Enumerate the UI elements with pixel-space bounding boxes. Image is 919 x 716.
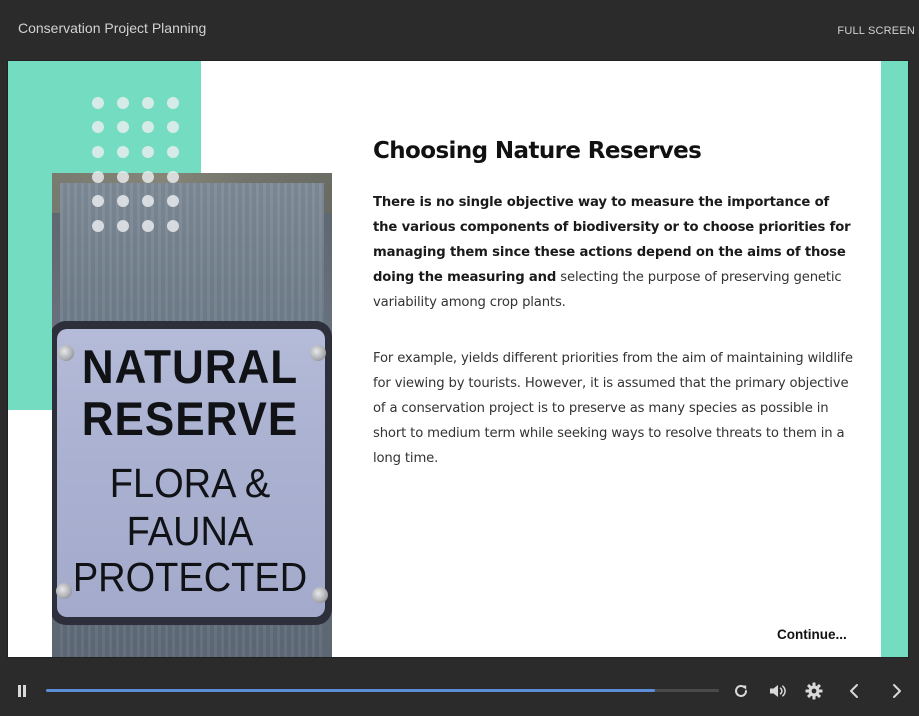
settings-button[interactable] [804, 681, 824, 701]
sign-plate: NATURAL RESERVE FLORA & FAUNA PROTECTED [52, 321, 332, 625]
pause-icon [18, 685, 26, 697]
dot [167, 171, 179, 183]
continue-button[interactable]: Continue... [777, 627, 847, 642]
dot [142, 220, 154, 232]
progress-bar[interactable] [46, 689, 719, 692]
dot [92, 146, 104, 158]
example-paragraph: For example, yields different priorities… [373, 351, 853, 466]
previous-slide-button[interactable] [844, 681, 864, 701]
dot [142, 121, 154, 133]
progress-bar-fill [46, 689, 656, 692]
next-slide-button[interactable] [887, 681, 907, 701]
dot [167, 121, 179, 133]
dot [167, 97, 179, 109]
dot [117, 146, 129, 158]
previous-chevron-icon [850, 684, 858, 698]
sign-text-line: NATURAL [81, 341, 299, 394]
dot [92, 121, 104, 133]
course-title: Conservation Project Planning [18, 20, 207, 36]
sign-text-line: FAUNA [126, 509, 254, 555]
dot [92, 220, 104, 232]
settings-gear-icon [805, 682, 823, 700]
slide-title: Choosing Nature Reserves [373, 138, 702, 164]
volume-icon [770, 685, 786, 697]
sign-text-line: RESERVE [81, 393, 299, 446]
replay-button[interactable] [731, 681, 751, 701]
replay-icon [735, 684, 747, 697]
sign-text-line: PROTECTED [72, 555, 308, 601]
dot [142, 171, 154, 183]
dot [117, 97, 129, 109]
dot [117, 220, 129, 232]
pause-button[interactable] [12, 681, 32, 701]
player-control-bar [0, 659, 919, 716]
nature-reserve-sign-photo: NATURAL RESERVE FLORA & FAUNA PROTECTED [52, 173, 332, 658]
top-bar: Conservation Project Planning FULL SCREE… [0, 0, 919, 60]
dot [92, 171, 104, 183]
dot [167, 146, 179, 158]
dot [142, 146, 154, 158]
dot [142, 97, 154, 109]
dot [142, 195, 154, 207]
decorative-teal-strip [881, 60, 909, 658]
intro-paragraph: There is no single objective way to meas… [373, 190, 857, 315]
dot [92, 195, 104, 207]
dot [117, 121, 129, 133]
fullscreen-button[interactable]: FULL SCREEN [837, 25, 915, 37]
volume-button[interactable] [768, 681, 788, 701]
dot [92, 97, 104, 109]
next-chevron-icon [893, 684, 901, 698]
dot [167, 195, 179, 207]
decorative-dot-grid [92, 97, 192, 237]
dot [167, 220, 179, 232]
dot [117, 195, 129, 207]
slide-canvas: NATURAL RESERVE FLORA & FAUNA PROTECTED [7, 60, 909, 658]
dot [117, 171, 129, 183]
sign-text-line: FLORA & [109, 461, 271, 507]
